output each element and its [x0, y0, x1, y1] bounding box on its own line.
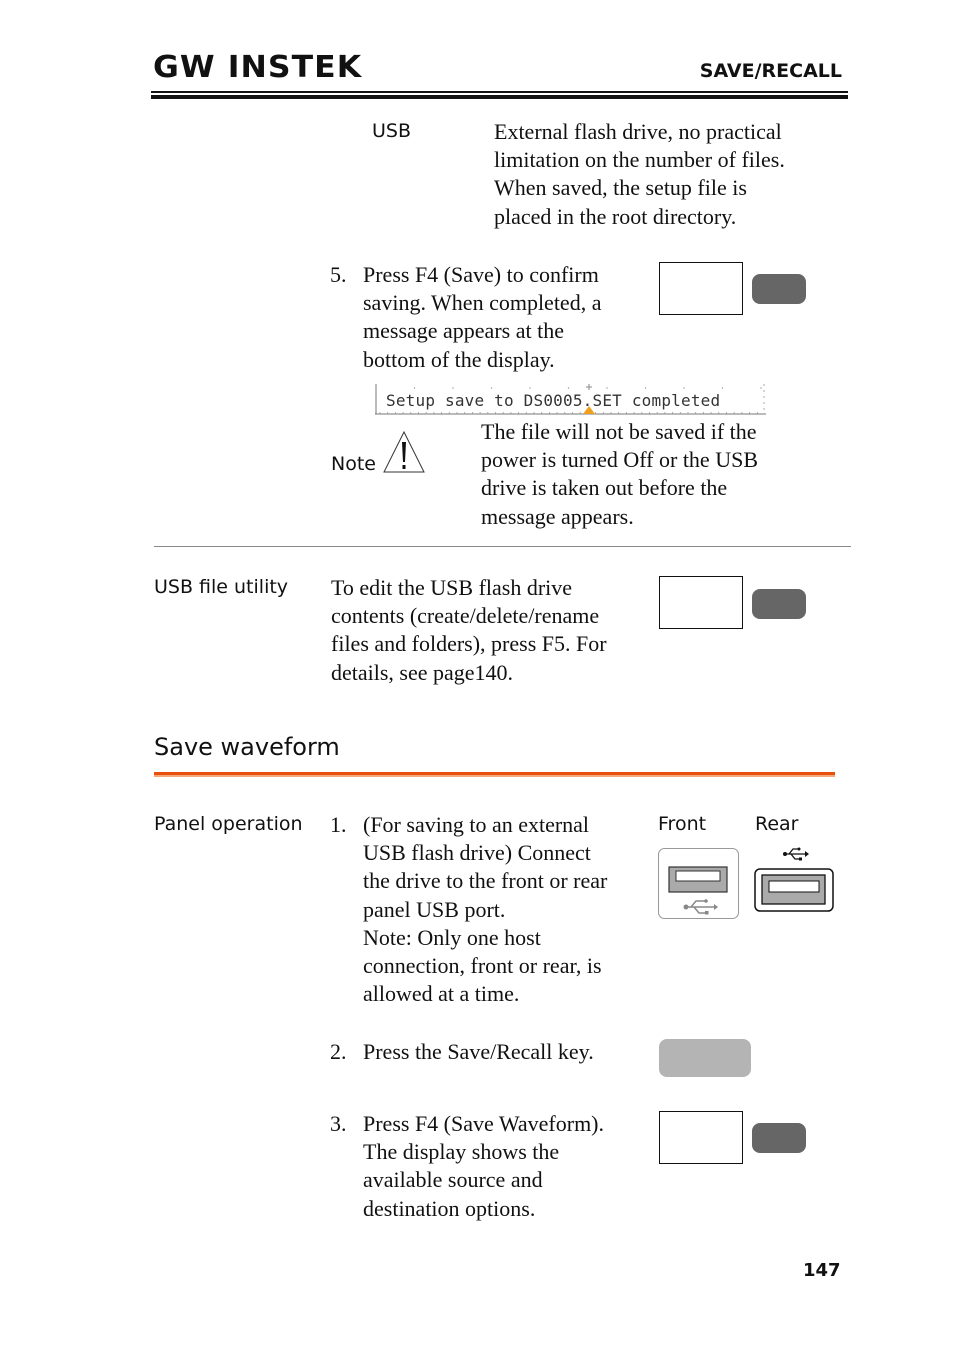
usb-util-line: files and folders), press F5. For [331, 631, 607, 657]
heading-underline-shadow [154, 775, 835, 777]
section-title: SAVE/RECALL [699, 60, 842, 82]
front-label: Front [658, 813, 707, 835]
f4-save-waveform-key[interactable] [752, 1123, 806, 1153]
step1-line: allowed at a time. [363, 981, 520, 1007]
usb-desc-line: External flash drive, no practical [494, 119, 782, 144]
rear-usb-port-icon[interactable] [754, 868, 834, 913]
usb-description: External flash drive, no practical limit… [494, 118, 785, 231]
gw-instek-logo: GW INSTEK [153, 50, 362, 86]
step3-line: available source and [363, 1167, 543, 1193]
step1-line: the drive to the front or rear [363, 868, 608, 894]
page-number: 147 [803, 1260, 841, 1281]
step2-text: Press the Save/Recall key. [363, 1038, 594, 1066]
rear-usb-symbol-icon [783, 847, 809, 861]
usb-desc-line: placed in the root directory. [494, 203, 737, 229]
step3-line: The display shows the [363, 1139, 560, 1165]
usb-util-line: To edit the USB flash drive [331, 575, 573, 600]
f4-key[interactable] [752, 274, 806, 304]
step1-line: connection, front or rear, is [363, 953, 602, 979]
strip-grid-dot [490, 387, 493, 389]
note-line: message appears. [481, 503, 634, 529]
softkey-display-f5 [659, 576, 743, 629]
step2-line: Press the Save/Recall key. [363, 1039, 594, 1064]
header-rule-thick [151, 95, 848, 99]
step1-line: panel USB port. [363, 896, 506, 922]
strip-grid-dot [606, 387, 608, 389]
usb-desc-line: When saved, the setup file is [494, 175, 747, 201]
step3-line: destination options. [363, 1195, 536, 1221]
usb-desc-line: limitation on the number of files. [494, 147, 785, 173]
step1-line: Note: Only one host [363, 924, 541, 950]
note-label: Note [331, 453, 376, 475]
step3-text: Press F4 (Save Waveform). The display sh… [363, 1110, 604, 1223]
display-message-text: Setup save to DS0005.SET completed [386, 391, 721, 410]
step1-line: (For saving to an external [363, 812, 590, 837]
step1-line: USB flash drive) Connect [363, 840, 591, 866]
strip-grid-dot [375, 387, 377, 389]
step5-line: saving. When completed, a [363, 290, 602, 316]
rear-label: Rear [755, 813, 799, 835]
step2-number: 2. [330, 1039, 347, 1064]
logo-text: GW INSTEK [153, 50, 363, 85]
note-line: The file will not be saved if the [481, 419, 757, 444]
section-divider [154, 546, 851, 547]
step1-text: (For saving to an external USB flash dri… [363, 811, 607, 1008]
strip-grid-dot [413, 387, 416, 389]
step5-line: message appears at the [363, 318, 564, 344]
strip-grid-dot [721, 387, 724, 389]
strip-grid-dot [529, 387, 531, 389]
step5-number: 5. [330, 262, 347, 287]
note-line: power is turned Off or the USB [481, 447, 758, 473]
step3-number: 3. [330, 1111, 347, 1136]
step5-text: Press F4 (Save) to confirm saving. When … [363, 261, 601, 374]
step5-line: bottom of the display. [363, 346, 555, 372]
strip-grid-dot [644, 387, 647, 389]
warning-triangle-icon [383, 430, 425, 473]
panel-operation-label: Panel operation [154, 813, 303, 835]
usb-util-line: contents (create/delete/rename [331, 603, 600, 629]
step3-line: Press F4 (Save Waveform). [363, 1111, 605, 1136]
softkey-display-f4 [659, 262, 743, 315]
step5-line: Press F4 (Save) to confirm [363, 262, 599, 287]
strip-grid-dot [760, 387, 762, 389]
usb-file-utility-label: USB file utility [154, 576, 289, 598]
strip-grid-dot [567, 387, 570, 389]
usb-util-line: details, see page140. [331, 659, 514, 685]
strip-grid-dot [683, 387, 685, 389]
usb-label: USB [372, 120, 412, 142]
softkey-display-f4-waveform [659, 1111, 743, 1164]
strip-grid-dot [452, 387, 454, 389]
note-text: The file will not be saved if the power … [481, 418, 758, 531]
usb-file-utility-text: To edit the USB flash drive contents (cr… [331, 574, 607, 687]
f5-key[interactable] [752, 589, 806, 619]
save-waveform-heading: Save waveform [154, 733, 340, 761]
front-usb-port-icon[interactable] [658, 848, 740, 920]
header-rule-thin [151, 91, 848, 93]
step1-number: 1. [330, 812, 347, 837]
save-recall-key[interactable] [659, 1039, 751, 1077]
note-line: drive is taken out before the [481, 475, 728, 501]
